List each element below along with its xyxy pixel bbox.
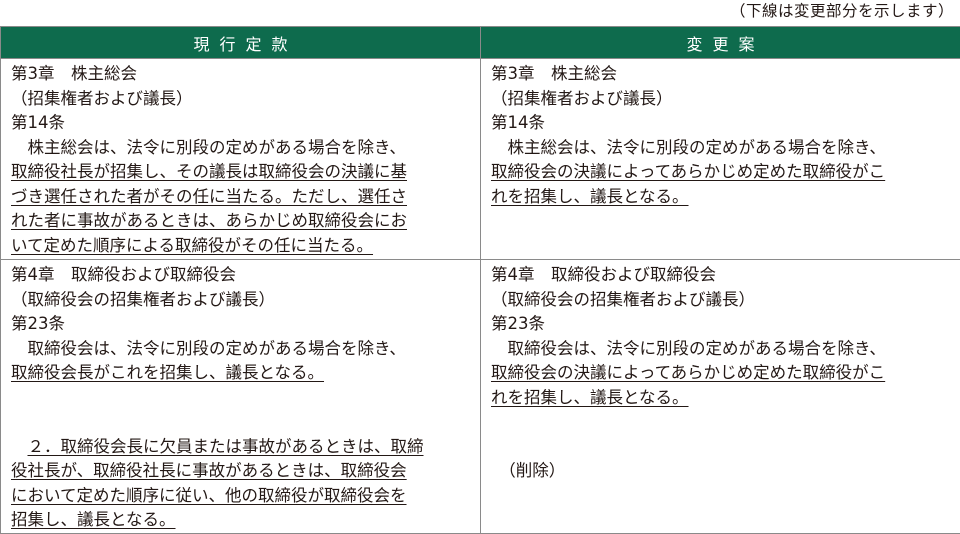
proposed-article-14-cell: 第3章 株主総会 （招集権者および議長） 第14条 株主総会は、法令に別段の定め…	[481, 59, 960, 260]
paragraph-spacer	[11, 386, 472, 435]
article-text-line-changed: において定めた順序に従い、他の取締役が取締役会を	[11, 484, 472, 509]
article-text-line-changed: 役社長が、取締役社長に事故があるときは、取締役会	[11, 459, 472, 484]
current-article-23-cell: 第4章 取締役および取締役会 （取締役会の招集権者および議長） 第23条 取締役…	[1, 260, 481, 534]
header-row: 現行定款 変更案	[1, 27, 960, 59]
chapter-heading: 第3章 株主総会	[491, 62, 952, 87]
article-14-row: 第3章 株主総会 （招集権者および議長） 第14条 株主総会は、法令に別段の定め…	[1, 59, 960, 260]
article-caption: （招集権者および議長）	[491, 87, 952, 112]
article-text-line-changed: ２．取締役会長に欠員または事故があるときは、取締	[11, 435, 472, 460]
deleted-paragraph-label: （削除）	[491, 459, 952, 484]
underline-note: （下線は変更部分を示します）	[730, 0, 954, 24]
article-text-line-changed: づき選任された者がその任に当たる。ただし、選任さ	[11, 185, 472, 210]
article-text-line: 株主総会は、法令に別段の定めがある場合を除き、	[491, 136, 952, 161]
article-number: 第14条	[11, 111, 472, 136]
proposed-article-23-cell: 第4章 取締役および取締役会 （取締役会の招集権者および議長） 第23条 取締役…	[481, 260, 960, 534]
article-text-line: 取締役会は、法令に別段の定めがある場合を除き、	[11, 337, 472, 362]
article-text-line: 取締役会は、法令に別段の定めがある場合を除き、	[491, 337, 952, 362]
article-23-row: 第4章 取締役および取締役会 （取締役会の招集権者および議長） 第23条 取締役…	[1, 260, 960, 534]
article-number: 第14条	[491, 111, 952, 136]
chapter-heading: 第4章 取締役および取締役会	[491, 263, 952, 288]
article-caption: （取締役会の招集権者および議長）	[491, 288, 952, 313]
chapter-heading: 第3章 株主総会	[11, 62, 472, 87]
article-caption: （招集権者および議長）	[11, 87, 472, 112]
article-text-line: 株主総会は、法令に別段の定めがある場合を除き、	[11, 136, 472, 161]
header-proposed-changes: 変更案	[481, 27, 960, 59]
articles-comparison-table: 現行定款 変更案 第3章 株主総会 （招集権者および議長） 第14条 株主総会は…	[0, 26, 960, 534]
article-text-line-changed: れを招集し、議長となる。	[491, 386, 952, 411]
article-text-line-changed: いて定めた順序による取締役がその任に当たる。	[11, 234, 472, 259]
header-current-articles: 現行定款	[1, 27, 481, 59]
chapter-heading: 第4章 取締役および取締役会	[11, 263, 472, 288]
article-text-line-changed: 招集し、議長となる。	[11, 508, 472, 533]
article-text-line-changed: 取締役会の決議によってあらかじめ定めた取締役がこ	[491, 160, 952, 185]
article-number: 第23条	[11, 312, 472, 337]
article-number: 第23条	[491, 312, 952, 337]
article-text-line-changed: 取締役会長がこれを招集し、議長となる。	[11, 361, 472, 386]
article-text-line-changed: 取締役社長が招集し、その議長は取締役会の決議に基	[11, 160, 472, 185]
paragraph-spacer	[491, 410, 952, 459]
article-text-line-changed: れを招集し、議長となる。	[491, 185, 952, 210]
article-caption: （取締役会の招集権者および議長）	[11, 288, 472, 313]
current-article-14-cell: 第3章 株主総会 （招集権者および議長） 第14条 株主総会は、法令に別段の定め…	[1, 59, 481, 260]
article-text-line-changed: 取締役会の決議によってあらかじめ定めた取締役がこ	[491, 361, 952, 386]
article-text-line-changed: れた者に事故があるときは、あらかじめ取締役会にお	[11, 209, 472, 234]
